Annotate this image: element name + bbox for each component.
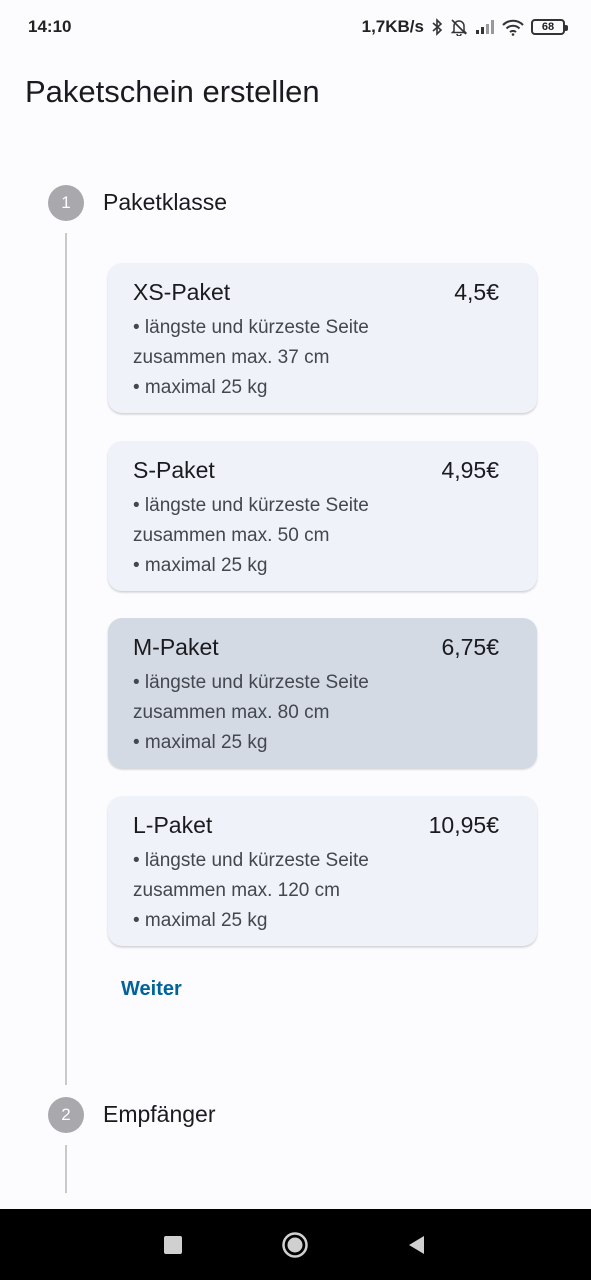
package-price: 6,75€ [441, 634, 499, 660]
system-nav-bar [0, 1209, 591, 1280]
package-size-line: zusammen max. 120 cm [133, 880, 340, 901]
wifi-icon [502, 19, 524, 36]
battery-icon: 68 [531, 19, 568, 35]
step-2-title[interactable]: Empfänger [103, 1101, 216, 1128]
package-size-line: • längste und kürzeste Seite [133, 495, 369, 516]
package-size-line: zusammen max. 50 cm [133, 525, 330, 546]
package-description: • längste und kürzeste Seite zusammen ma… [133, 491, 433, 581]
package-description: • längste und kürzeste Seite zusammen ma… [133, 846, 433, 936]
step-1-connector [65, 233, 67, 1085]
package-size-line: zusammen max. 80 cm [133, 702, 330, 723]
status-bar: 14:10 1,7KB/s 68 [0, 0, 591, 54]
package-card-xs[interactable]: XS-Paket 4,5€ • längste und kürzeste Sei… [108, 263, 537, 413]
package-card-s[interactable]: S-Paket 4,95€ • längste und kürzeste Sei… [108, 441, 537, 591]
back-icon[interactable] [403, 1232, 429, 1258]
bell-off-icon [450, 18, 468, 36]
package-description: • längste und kürzeste Seite zusammen ma… [133, 668, 433, 758]
signal-icon [475, 19, 495, 35]
package-description: • längste und kürzeste Seite zusammen ma… [133, 313, 433, 403]
step-2-number[interactable]: 2 [48, 1097, 84, 1133]
package-weight-line: • maximal 25 kg [133, 732, 268, 753]
home-icon[interactable] [280, 1230, 310, 1260]
package-price: 4,5€ [454, 279, 499, 305]
package-size-line: zusammen max. 37 cm [133, 347, 330, 368]
package-size-line: • längste und kürzeste Seite [133, 317, 369, 338]
package-size-line: • längste und kürzeste Seite [133, 850, 369, 871]
recent-apps-icon[interactable] [160, 1232, 186, 1258]
next-button[interactable]: Weiter [108, 970, 195, 1008]
status-icons: 1,7KB/s 68 [361, 17, 568, 37]
package-size-line: • längste und kürzeste Seite [133, 672, 369, 693]
status-time: 14:10 [28, 17, 72, 36]
package-weight-line: • maximal 25 kg [133, 377, 268, 398]
package-price: 4,95€ [441, 457, 499, 483]
bluetooth-icon [431, 18, 443, 36]
package-name: M-Paket [133, 634, 219, 660]
package-price: 10,95€ [428, 812, 499, 838]
package-weight-line: • maximal 25 kg [133, 555, 268, 576]
step-1-number[interactable]: 1 [48, 185, 84, 221]
package-card-m[interactable]: M-Paket 6,75€ • längste und kürzeste Sei… [108, 618, 537, 768]
step-1-title[interactable]: Paketklasse [103, 189, 227, 216]
package-weight-line: • maximal 25 kg [133, 910, 268, 931]
package-name: S-Paket [133, 457, 215, 483]
package-name: L-Paket [133, 812, 213, 838]
net-speed: 1,7KB/s [361, 17, 424, 36]
step-2-connector [65, 1145, 67, 1193]
package-name: XS-Paket [133, 279, 231, 305]
page-title: Paketschein erstellen [25, 74, 320, 109]
package-card-l[interactable]: L-Paket 10,95€ • längste und kürzeste Se… [108, 796, 537, 946]
